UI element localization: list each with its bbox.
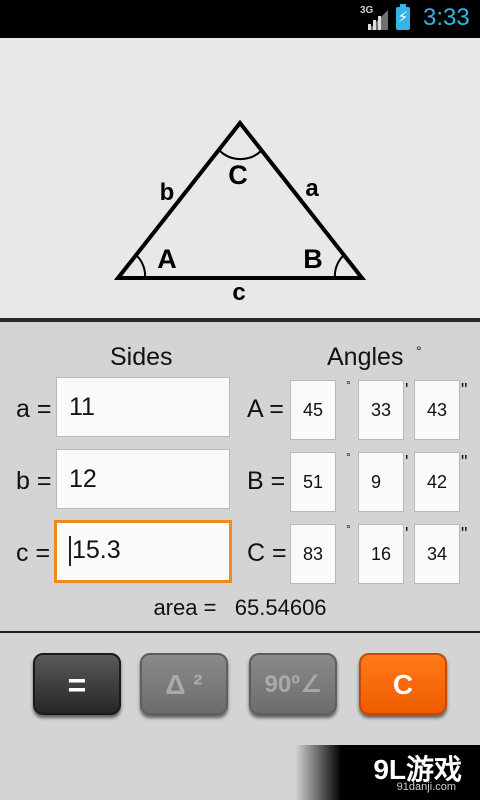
minute-symbol: ' [405, 452, 409, 472]
area-label: area = [153, 595, 217, 620]
divider [0, 318, 480, 322]
angles-header: Angles [327, 343, 404, 371]
triangle-diagram-panel: C A B b a c [0, 38, 480, 318]
side-label-b: b [160, 179, 175, 206]
area-readout: area = 65.54606 [0, 595, 480, 621]
divider [0, 631, 480, 633]
right-angle-button[interactable]: 90º∠ [249, 653, 337, 715]
angle-b-seconds-input[interactable]: 42 [414, 452, 460, 512]
angle-b-degrees-input[interactable]: 51 [290, 452, 336, 512]
clear-button[interactable]: C [359, 653, 447, 715]
vertex-label-b: B [303, 244, 323, 274]
minute-symbol: ' [405, 524, 409, 544]
degree-symbol: ° [346, 522, 351, 536]
side-c-value: 15.3 [72, 536, 121, 564]
side-c-input[interactable]: 15.3 [54, 520, 232, 583]
side-a-label: a = [16, 395, 52, 423]
calculate-button[interactable]: = [33, 653, 121, 715]
second-symbol: " [461, 524, 468, 544]
second-symbol: " [461, 380, 468, 400]
angle-c-label: C = [247, 539, 287, 567]
sides-header: Sides [110, 343, 173, 371]
side-label-c: c [232, 279, 245, 306]
angle-b-minutes-input[interactable]: 9 [358, 452, 404, 512]
pythagorean-button[interactable]: Δ ² [140, 653, 228, 715]
angle-c-minutes-input[interactable]: 16 [358, 524, 404, 584]
vertex-label-a: A [157, 244, 177, 274]
side-label-a: a [305, 175, 319, 202]
angle-a-seconds-input[interactable]: 43 [414, 380, 460, 440]
triangle-diagram: C A B b a c [113, 119, 367, 306]
side-c-label: c = [16, 539, 51, 567]
area-value: 65.54606 [234, 595, 327, 620]
status-clock: 3:33 [423, 4, 470, 31]
degree-symbol: ° [346, 450, 351, 464]
minute-symbol: ' [405, 380, 409, 400]
angle-a-degrees-input[interactable]: 45 [290, 380, 336, 440]
watermark-url: 91danji.com [396, 781, 456, 793]
battery-icon: ⚡ [396, 4, 410, 30]
vertex-label-c: C [228, 160, 248, 190]
side-b-label: b = [16, 467, 52, 495]
angle-a-label: A = [247, 395, 284, 423]
degree-symbol: ° [346, 378, 351, 392]
signal-icon [368, 10, 388, 30]
angle-c-degrees-input[interactable]: 83 [290, 524, 336, 584]
angle-a-minutes-input[interactable]: 33 [358, 380, 404, 440]
angle-c-seconds-input[interactable]: 34 [414, 524, 460, 584]
angle-b-label: B = [247, 467, 286, 495]
side-b-input[interactable]: 12 [56, 449, 230, 509]
second-symbol: " [461, 452, 468, 472]
text-cursor [69, 536, 71, 567]
side-a-input[interactable]: 11 [56, 377, 230, 437]
angles-unit: ° [416, 343, 422, 359]
